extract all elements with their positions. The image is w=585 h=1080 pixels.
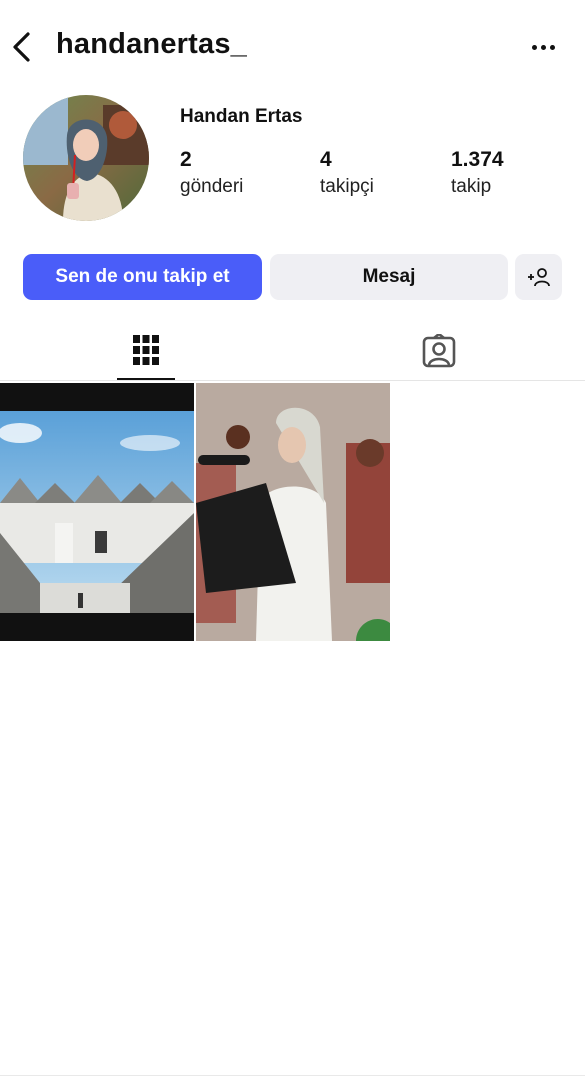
profile-username: handanertas_ [56, 28, 247, 60]
woman-with-microphone-photo [196, 383, 390, 641]
post-thumbnail-1[interactable] [0, 383, 194, 641]
post-thumbnail-2[interactable] [196, 383, 390, 641]
stat-value: 2 [180, 148, 192, 171]
profile-full-name: Handan Ertas [180, 106, 303, 127]
stat-value: 1.374 [451, 148, 504, 171]
posts-grid [0, 383, 390, 641]
stat-label: takip [451, 176, 492, 197]
follow-button[interactable]: Sen de onu takip et [23, 254, 262, 300]
add-person-icon [527, 268, 550, 287]
trulli-houses-photo [0, 383, 194, 641]
chevron-left-icon [13, 32, 30, 62]
tab-tagged[interactable] [293, 322, 585, 380]
more-options-button[interactable] [527, 34, 561, 60]
stat-followers[interactable]: 4 takipçi [320, 148, 374, 202]
grid-icon [133, 335, 159, 365]
top-bar: handanertas_ [0, 0, 585, 92]
stat-label: takipçi [320, 176, 374, 197]
stat-value: 4 [320, 148, 332, 171]
tagged-person-icon [422, 334, 456, 368]
back-button[interactable] [8, 28, 38, 66]
tabs-divider [0, 380, 585, 381]
stat-posts[interactable]: 2 gönderi [180, 148, 243, 202]
profile-avatar[interactable] [23, 95, 149, 221]
avatar-photo [23, 95, 149, 221]
more-horizontal-icon [532, 45, 537, 50]
suggest-people-button[interactable] [515, 254, 562, 300]
stat-following[interactable]: 1.374 takip [451, 148, 504, 202]
message-button[interactable]: Mesaj [270, 254, 508, 300]
tab-posts-grid[interactable] [0, 322, 292, 380]
stat-label: gönderi [180, 176, 244, 197]
bottom-divider [0, 1075, 585, 1076]
